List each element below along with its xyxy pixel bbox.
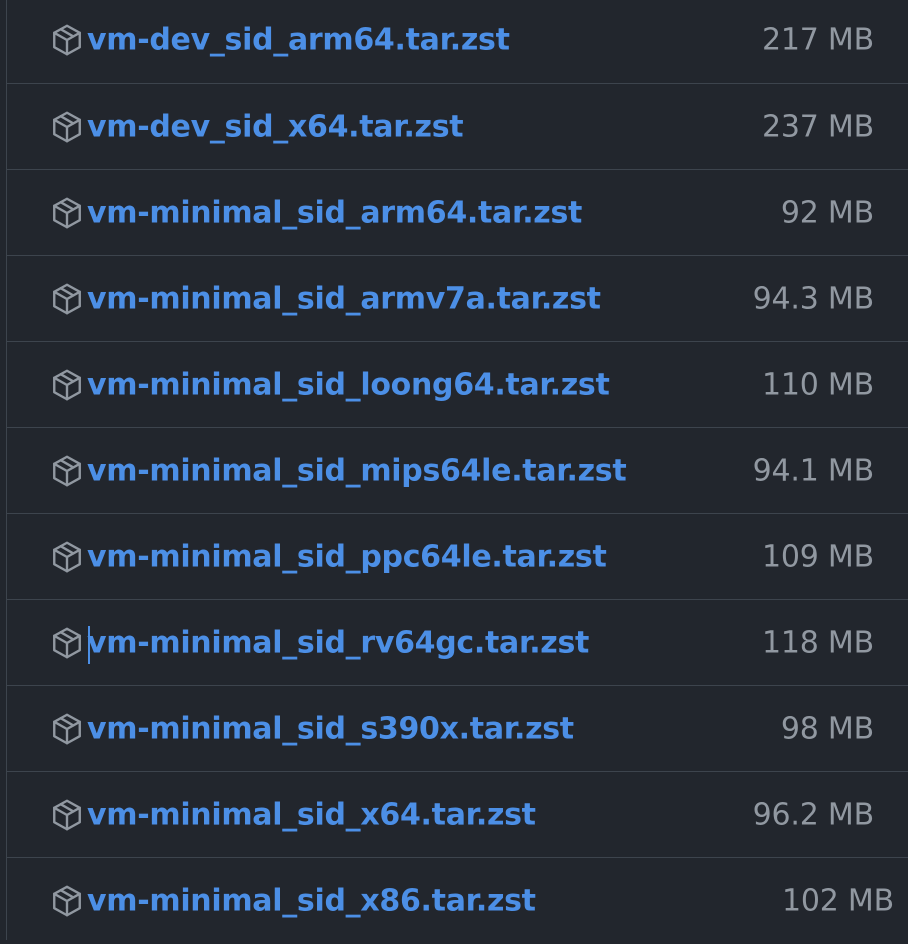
asset-row: vm-dev_sid_x64.tar.zst 237 MB	[7, 84, 908, 170]
asset-size: 96.2 MB	[752, 797, 875, 832]
release-assets-list: vm-dev_sid_arm64.tar.zst 217 MB vm-dev_s…	[6, 0, 908, 940]
package-icon	[53, 455, 81, 486]
asset-link[interactable]: vm-minimal_sid_mips64le.tar.zst	[87, 453, 627, 488]
asset-row: vm-dev_sid_arm64.tar.zst 217 MB	[7, 0, 908, 84]
package-icon	[53, 111, 81, 142]
package-icon	[53, 283, 81, 314]
asset-row: vm-minimal_sid_x86.tar.zst 102 MB	[7, 858, 908, 944]
asset-link[interactable]: vm-minimal_sid_s390x.tar.zst	[87, 711, 574, 746]
asset-link[interactable]: vm-minimal_sid_ppc64le.tar.zst	[87, 539, 607, 574]
asset-link[interactable]: vm-minimal_sid_armv7a.tar.zst	[87, 281, 601, 316]
asset-row: vm-minimal_sid_loong64.tar.zst 110 MB	[7, 342, 908, 428]
asset-row: vm-minimal_sid_x64.tar.zst 96.2 MB	[7, 772, 908, 858]
package-icon	[53, 541, 81, 572]
asset-link[interactable]: vm-minimal_sid_loong64.tar.zst	[87, 367, 610, 402]
asset-size: 237 MB	[761, 109, 874, 144]
package-icon	[53, 369, 81, 400]
asset-size: 217 MB	[761, 22, 874, 57]
package-icon	[53, 713, 81, 744]
asset-link[interactable]: vm-minimal_sid_arm64.tar.zst	[87, 195, 582, 230]
package-icon	[53, 799, 81, 830]
package-icon	[53, 627, 81, 658]
asset-row: vm-minimal_sid_mips64le.tar.zst 94.1 MB	[7, 428, 908, 514]
asset-size: 94.3 MB	[752, 281, 875, 316]
package-icon	[53, 24, 81, 55]
asset-size: 92 MB	[780, 195, 874, 230]
asset-row: vm-minimal_sid_armv7a.tar.zst 94.3 MB	[7, 256, 908, 342]
asset-link[interactable]: vm-minimal_sid_x86.tar.zst	[87, 884, 536, 919]
package-icon	[53, 885, 81, 917]
asset-link[interactable]: vm-dev_sid_x64.tar.zst	[87, 109, 464, 144]
asset-size: 109 MB	[761, 539, 874, 574]
package-icon	[53, 197, 81, 228]
asset-size: 102 MB	[781, 883, 894, 919]
asset-row: vm-minimal_sid_arm64.tar.zst 92 MB	[7, 170, 908, 256]
asset-size: 118 MB	[761, 625, 874, 660]
asset-link[interactable]: vm-minimal_sid_rv64gc.tar.zst	[87, 625, 589, 660]
asset-size: 110 MB	[761, 367, 874, 402]
asset-row: vm-minimal_sid_s390x.tar.zst 98 MB	[7, 686, 908, 772]
asset-link[interactable]: vm-minimal_sid_x64.tar.zst	[87, 797, 536, 832]
asset-row: vm-minimal_sid_rv64gc.tar.zst 118 MB	[7, 600, 908, 686]
asset-link[interactable]: vm-dev_sid_arm64.tar.zst	[87, 22, 510, 57]
asset-size: 94.1 MB	[752, 453, 875, 488]
asset-row: vm-minimal_sid_ppc64le.tar.zst 109 MB	[7, 514, 908, 600]
asset-size: 98 MB	[780, 711, 874, 746]
